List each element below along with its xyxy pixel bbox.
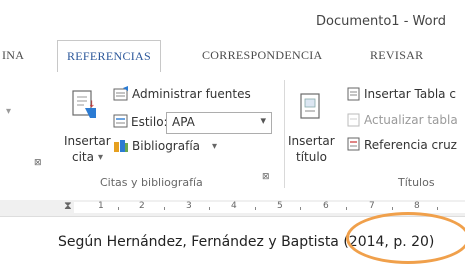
ribbon-panel: ▾ ⊠ ↓ Insertar cita ▾ Administrar fuente… [0, 72, 465, 201]
ribbon-tabs: INA REFERENCIAS CORRESPONDENCIA REVISAR [0, 40, 465, 73]
bibliography-icon [112, 138, 130, 154]
ruler-number: 2 [139, 201, 145, 211]
indent-marker-icon[interactable]: ⧗ [64, 199, 72, 213]
dialog-launcher-icon[interactable]: ⊠ [34, 158, 42, 168]
insert-caption-label-2[interactable]: título [296, 150, 327, 164]
ruler-tick [300, 207, 301, 210]
ruler-number: 4 [231, 201, 237, 211]
table-of-figures-icon [346, 86, 362, 102]
update-table-icon [346, 112, 362, 128]
insert-table-of-figures-button[interactable]: Insertar Tabla c [364, 87, 456, 101]
chevron-down-icon[interactable]: ▾ [6, 106, 11, 117]
insert-caption-label-1[interactable]: Insertar [288, 134, 335, 148]
insert-citation-icon[interactable]: ↓ [68, 88, 104, 122]
style-value: APA [172, 115, 195, 129]
document-text: Según Hernández, Fernández y Baptista [58, 234, 344, 250]
window-title: Documento1 - Word [316, 14, 446, 29]
cross-reference-button[interactable]: Referencia cruz [364, 138, 457, 152]
group-divider [284, 80, 285, 188]
insert-citation-label-2[interactable]: cita [72, 150, 94, 164]
ruler-tick [437, 207, 438, 210]
chevron-down-icon[interactable]: ▾ [212, 141, 217, 152]
ruler-number: 3 [186, 201, 192, 211]
citations-group-label: Citas y bibliografía [100, 176, 203, 189]
ruler-number: 8 [414, 201, 420, 211]
chevron-down-icon[interactable]: ▾ [260, 114, 266, 127]
title-bar: Documento1 - Word [0, 0, 465, 40]
dialog-launcher-icon[interactable]: ⊠ [262, 172, 270, 182]
ruler-tick [118, 207, 119, 210]
captions-group-label: Títulos [398, 176, 435, 189]
style-icon [112, 113, 130, 129]
chevron-down-icon[interactable]: ▾ [98, 152, 103, 163]
ruler-tick [392, 207, 393, 210]
cross-reference-icon [346, 136, 362, 152]
ruler-number: 7 [369, 201, 375, 211]
ruler-number: 6 [323, 201, 329, 211]
ruler-number: 1 [98, 201, 104, 211]
tab-correspondencia[interactable]: CORRESPONDENCIA [202, 40, 323, 71]
ruler-tick [255, 207, 256, 210]
manage-sources-button[interactable]: Administrar fuentes [132, 87, 251, 101]
svg-text:↓: ↓ [88, 100, 96, 110]
style-dropdown[interactable]: APA ▾ [166, 112, 272, 134]
bibliography-button[interactable]: Bibliografía [132, 139, 200, 153]
ruler-tick [164, 207, 165, 210]
tab-ina[interactable]: INA [2, 40, 24, 71]
manage-sources-icon [112, 86, 130, 102]
insert-caption-icon[interactable] [298, 92, 324, 122]
insert-citation-label-1[interactable]: Insertar [64, 134, 111, 148]
ruler-tick [346, 207, 347, 210]
ruler-number: 5 [277, 201, 283, 211]
ruler-tick [209, 207, 210, 210]
highlight-ellipse [346, 212, 465, 264]
tab-referencias[interactable]: REFERENCIAS [57, 40, 161, 73]
tab-revisar[interactable]: REVISAR [370, 40, 423, 71]
style-label: Estilo: [131, 115, 168, 129]
update-table-button[interactable]: Actualizar tabla [364, 113, 458, 127]
